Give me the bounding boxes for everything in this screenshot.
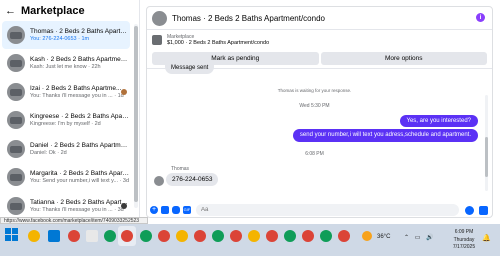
chat-avatar[interactable] [152,10,167,26]
windows-start-icon[interactable] [5,228,20,243]
listing-thumbnail [7,82,25,101]
temperature[interactable]: 36°C [377,234,390,240]
status-url-bar: https://www.facebook.com/marketplace/ite… [0,217,148,224]
conversation-preview: Daniel: Ok · 2d [30,149,67,156]
sidebar-scrollbar[interactable] [134,24,138,208]
chrome-icon[interactable] [338,230,350,242]
conversation-preview: You: 276-224-0653 · 1m [30,35,90,42]
chrome-icon[interactable] [266,230,278,242]
chrome-icon[interactable] [230,230,242,242]
conversation-item[interactable]: Margarita · 2 Beds 2 Baths Apartme... Yo… [2,164,130,192]
chrome-icon[interactable] [158,230,170,242]
conversation-item[interactable]: Izai · 2 Beds 2 Baths Apartme... You: Th… [2,78,130,106]
conversation-item[interactable]: Thomas · 2 Beds 2 Baths Apartment/condo … [2,21,130,49]
chat-title[interactable]: Thomas · 2 Beds 2 Baths Apartment/condo [172,14,325,23]
conversation-name: Tatianna · 2 Beds 2 Baths Apartm... [30,198,130,206]
listing-thumbnail [7,54,25,73]
conversation-name: Kingreese · 2 Beds 2 Baths Apartment/con… [30,113,130,121]
chrome-icon[interactable] [28,230,40,242]
sidebar-title: Marketplace [21,5,85,17]
info-icon[interactable]: i [476,13,485,22]
back-arrow-icon[interactable]: ← [5,5,17,17]
listing-thumbnail [152,35,162,45]
conversation-name: Kash · 2 Beds 2 Baths Apartment/condo [30,56,130,64]
listing-thumbnail [7,25,25,44]
listing-detail: $1,000 · 2 Beds 2 Baths Apartment/condo [167,40,270,46]
clock[interactable]: 6:09 PM Thursday 7/17/2025 [452,229,476,252]
plus-icon[interactable]: + [150,206,158,214]
listing-summary[interactable]: Marketplace $1,000 · 2 Beds 2 Baths Apar… [147,30,492,50]
conversation-name: Thomas · 2 Beds 2 Baths Apartment/condo [30,27,130,35]
system-note: Thomas is waiting for your response. [277,88,352,93]
more-options-button[interactable]: More options [320,52,487,65]
clock-time: 6:09 PM [454,229,474,235]
chrome-icon[interactable] [284,230,296,242]
chrome-icon[interactable] [248,230,260,242]
timestamp: 6:08 PM [305,151,324,157]
conversation-item[interactable]: Kingreese · 2 Beds 2 Baths Apartment/con… [2,107,130,135]
conversation-name: Daniel · 2 Beds 2 Baths Apartment/condo [30,141,130,149]
sidebar-scrollbar-thumb[interactable] [134,26,138,202]
timestamp: Wed 5:30 PM [299,103,330,109]
marketplace-sidebar: ← Marketplace Thomas · 2 Beds 2 Baths Ap… [0,0,140,224]
weather-icon[interactable] [362,231,372,241]
conversation-item[interactable]: Daniel · 2 Beds 2 Baths Apartment/condo … [2,135,130,163]
conversation-preview: Kash: Just let me know · 22h [30,64,101,71]
chrome-icon[interactable] [121,230,133,242]
gif-icon[interactable]: GIF [183,206,191,214]
windows-taskbar: 36°C ⌃ ▭ 🔊 6:09 PM Thursday 7/17/2025 🔔 [0,224,500,256]
clock-date: 7/17/2025 [452,244,476,250]
conversation-list: Thomas · 2 Beds 2 Baths Apartment/condo … [0,21,132,221]
sender-name: Thomas [171,166,190,172]
clock-day: Thursday [453,236,475,243]
listing-thumbnail [7,196,25,215]
chrome-icon[interactable] [68,230,80,242]
sidebar-header: ← Marketplace [0,0,139,22]
message-bubble-outgoing: send your number,i will text you adress,… [292,129,478,142]
chat-scrollbar-thumb[interactable] [485,137,488,177]
listing-thumbnail [7,111,25,130]
conversation-preview: You: Send your number,i will text y... ·… [30,178,130,185]
app-icon[interactable] [86,230,98,242]
listing-thumbnail [7,139,25,158]
chat-panel: Thomas · 2 Beds 2 Baths Apartment/condo … [146,6,493,218]
conversation-preview: You: Thanks i'll message you in ... · 3d [30,206,124,213]
chrome-icon[interactable] [194,230,206,242]
sender-avatar [154,176,164,186]
chrome-icon[interactable] [104,230,116,242]
message-thread: Message sent Thomas is waiting for your … [147,63,482,200]
message-bubble-outgoing: Yes, are you interested? [399,115,478,127]
message-bubble-incoming: Message sent [165,63,215,74]
chrome-icon[interactable] [302,230,314,242]
message-bubble-incoming: 276-224-0653 [166,173,219,186]
conversation-item[interactable]: Tatianna · 2 Beds 2 Baths Apartm... You:… [2,192,130,220]
sticker-icon[interactable] [172,206,180,214]
message-input[interactable] [196,204,459,216]
conversation-name: Izai · 2 Beds 2 Baths Apartme... [30,84,122,92]
chrome-icon[interactable] [176,230,188,242]
system-tray-icons[interactable]: ⌃ ▭ 🔊 [404,234,436,241]
conversation-preview: Kingreese: I'm by myself · 2d [30,121,101,128]
emoji-icon[interactable] [465,205,474,215]
notification-bell-icon[interactable]: 🔔 [482,234,491,242]
chat-header: Thomas · 2 Beds 2 Baths Apartment/condo … [147,7,492,30]
conversation-preview: You: Thanks i'll message you in ... · 1d [30,92,124,99]
chrome-icon[interactable] [212,230,224,242]
seen-avatar [121,89,127,95]
message-composer: + GIF [147,201,492,217]
chrome-icon[interactable] [140,230,152,242]
listing-thumbnail [7,168,25,187]
image-icon[interactable] [161,206,169,214]
app-icon[interactable] [48,230,60,242]
conversation-item[interactable]: Kash · 2 Beds 2 Baths Apartment/condo Ka… [2,50,130,78]
chrome-icon[interactable] [320,230,332,242]
thumbs-up-icon[interactable] [479,205,488,215]
seen-avatar [121,203,127,209]
conversation-name: Margarita · 2 Beds 2 Baths Apartme... [30,170,130,178]
